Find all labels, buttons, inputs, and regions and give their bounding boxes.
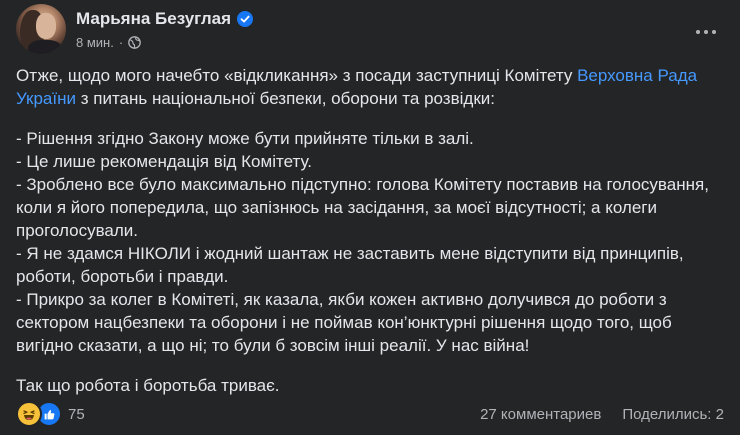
shares-count-link[interactable]: Поделились: 2: [622, 406, 724, 423]
post-header: Марьяна Безуглая 8 мин. ·: [16, 3, 254, 55]
verified-badge-icon: [237, 10, 254, 27]
author-name[interactable]: Марьяна Безуглая: [76, 9, 231, 29]
bullet-list: - Рішення згідно Закону може бути прийня…: [16, 127, 732, 357]
separator-dot: ·: [118, 34, 124, 50]
intro-text-start: Отже, щодо мого начебто «відкликання» з …: [16, 66, 578, 85]
bullet-item: - Рішення згідно Закону може бути прийня…: [16, 129, 474, 148]
post-timestamp[interactable]: 8 мин.: [76, 35, 114, 50]
bullet-item: - Зроблено все було максимально підступн…: [16, 175, 709, 240]
post-text: Отже, щодо мого начебто «відкликання» з …: [16, 64, 732, 397]
bullet-item: - Це лише рекомендація від Комітету.: [16, 152, 312, 171]
post-subline: 8 мин. ·: [76, 35, 253, 50]
post-card: Марьяна Безуглая 8 мин. · Отже, щодо мог…: [0, 0, 740, 435]
intro-paragraph: Отже, щодо мого начебто «відкликання» з …: [16, 64, 732, 110]
post-meta: Марьяна Безуглая 8 мин. ·: [76, 9, 254, 50]
reactions-summary[interactable]: 75: [16, 401, 85, 427]
bullet-item: - Прикро за колег в Комітеті, як казала,…: [16, 290, 672, 355]
bullet-item: - Я не здамся НІКОЛИ і жодний шантаж не …: [16, 244, 684, 286]
closing-paragraph: Так що робота і боротьба триває.: [16, 376, 280, 395]
comments-count-link[interactable]: 27 комментариев: [480, 406, 601, 423]
author-avatar[interactable]: [16, 4, 66, 54]
engagement-stats: 27 комментариев Поделились: 2: [480, 406, 724, 423]
haha-reaction-icon: [16, 401, 42, 427]
reaction-count: 75: [68, 405, 85, 423]
globe-icon: [128, 35, 142, 49]
post-footer: 75 27 комментариев Поделились: 2: [16, 398, 724, 430]
more-options-icon[interactable]: [688, 14, 724, 50]
intro-text-end: з питань національної безпеки, оборони т…: [76, 89, 495, 108]
author-row: Марьяна Безуглая: [76, 9, 254, 29]
